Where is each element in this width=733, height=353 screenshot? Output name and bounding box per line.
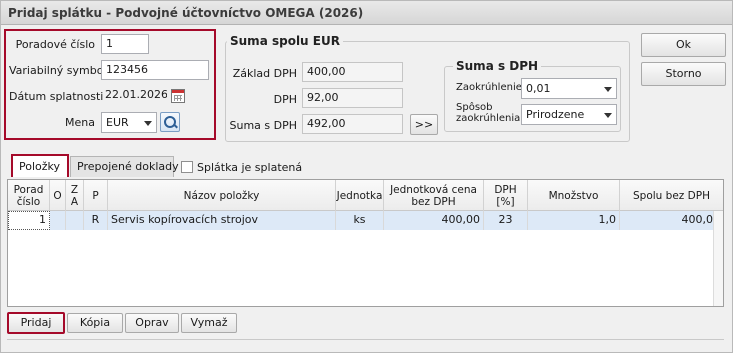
suma-s-dph-value: 492,00 [302,114,403,134]
mena-select[interactable]: EUR [101,112,157,133]
col-header-porad[interactable]: Porad číslo [8,180,50,211]
cell-mnozstvo[interactable]: 1,0 [528,211,620,230]
cell-cena[interactable]: 400,00 [384,211,484,230]
col-header-nazov[interactable]: Názov položky [108,180,336,211]
cell-porad[interactable]: 1 [8,211,50,230]
oprav-button[interactable]: Oprav [125,313,179,333]
zaklad-dph-value: 400,00 [302,62,403,82]
tab-prepojene-doklady[interactable]: Prepojené doklady [70,156,179,177]
mena-value: EUR [106,116,129,129]
col-header-dph[interactable]: DPH [%] [484,180,528,211]
zaokruhlenie-select[interactable]: 0,01 [521,78,617,99]
col-header-p[interactable]: P [84,180,108,211]
kopia-button[interactable]: Kópia [67,313,123,333]
dph-value: 92,00 [302,88,403,108]
bottom-divider [7,339,724,340]
polozky-grid: Porad číslo O Z A P Názov položky Jednot… [7,179,724,307]
chevron-down-icon [144,121,152,126]
zaklad-dph-label: Základ DPH [232,67,297,80]
cell-dph[interactable]: 23 [484,211,528,230]
tab-polozky-label: Položky [19,160,61,173]
dialog-window: Pridaj splátku - Podvojné účtovníctvo OM… [0,0,733,353]
poradove-cislo-input[interactable]: 1 [101,34,149,54]
chevron-down-icon [604,113,612,118]
pridaj-button[interactable]: Pridaj [7,312,65,334]
zaokruhlenie-label: Zaokrúhlenie [456,82,522,93]
datum-splatnosti-input[interactable]: 22.01.2026 [101,86,167,106]
col-header-jednotka[interactable]: Jednotka [336,180,384,211]
vymaz-button[interactable]: Vymaž [181,313,237,333]
splatka-splatena-label: Splátka je splatená [197,161,303,174]
expand-button[interactable]: >> [410,114,438,135]
cell-za[interactable] [66,211,84,230]
cell-o[interactable] [50,211,66,230]
col-header-za[interactable]: Z A [66,180,84,211]
grid-scrollbar[interactable] [713,211,723,306]
splatka-splatena-checkbox[interactable] [181,161,193,173]
sposob-zaokruhlenia-value: Prirodzene [526,108,585,121]
chevron-down-icon [604,87,612,92]
tab-prepojene-label: Prepojené doklady [77,160,179,173]
cell-p[interactable]: R [84,211,108,230]
storno-button[interactable]: Storno [641,62,726,86]
grid-header: Porad číslo O Z A P Názov položky Jednot… [8,180,723,211]
tab-polozky[interactable]: Položky [11,154,69,177]
col-header-o[interactable]: O [50,180,66,211]
cell-spolu[interactable]: 400,00 [620,211,723,230]
mena-label: Mena [65,116,95,129]
sposob-zaokruhlenia-select[interactable]: Prirodzene [521,104,617,125]
suma-s-dph-label: Suma s DPH [229,119,297,132]
cell-nazov[interactable]: Servis kopírovacích strojov [108,211,336,230]
col-header-cena[interactable]: Jednotková cena bez DPH [384,180,484,211]
col-header-spolu[interactable]: Spolu bez DPH [620,180,723,211]
variabilny-symbol-label: Variabilný symbol [9,64,107,77]
window-title: Pridaj splátku - Podvojné účtovníctvo OM… [1,1,732,25]
dph-label: DPH [273,93,297,106]
ok-button[interactable]: Ok [641,33,726,57]
calendar-icon[interactable] [171,89,185,103]
suma-spolu-title: Suma spolu EUR [227,34,343,48]
variabilny-symbol-input[interactable]: 123456 [101,60,209,80]
cell-jednotka[interactable]: ks [336,211,384,230]
search-icon[interactable] [160,112,180,132]
table-row[interactable]: 1 R Servis kopírovacích strojov ks 400,0… [8,211,723,230]
sposob-label-line2: zaokrúhlenia [456,113,521,124]
col-header-mnozstvo[interactable]: Množstvo [528,180,620,211]
suma-s-dph-title: Suma s DPH [453,59,542,73]
poradove-cislo-label: Poradové číslo [15,38,95,51]
zaokruhlenie-value: 0,01 [526,82,551,95]
datum-splatnosti-label: Dátum splatnosti [9,90,104,103]
sposob-label-line1: Spôsob [456,102,493,113]
